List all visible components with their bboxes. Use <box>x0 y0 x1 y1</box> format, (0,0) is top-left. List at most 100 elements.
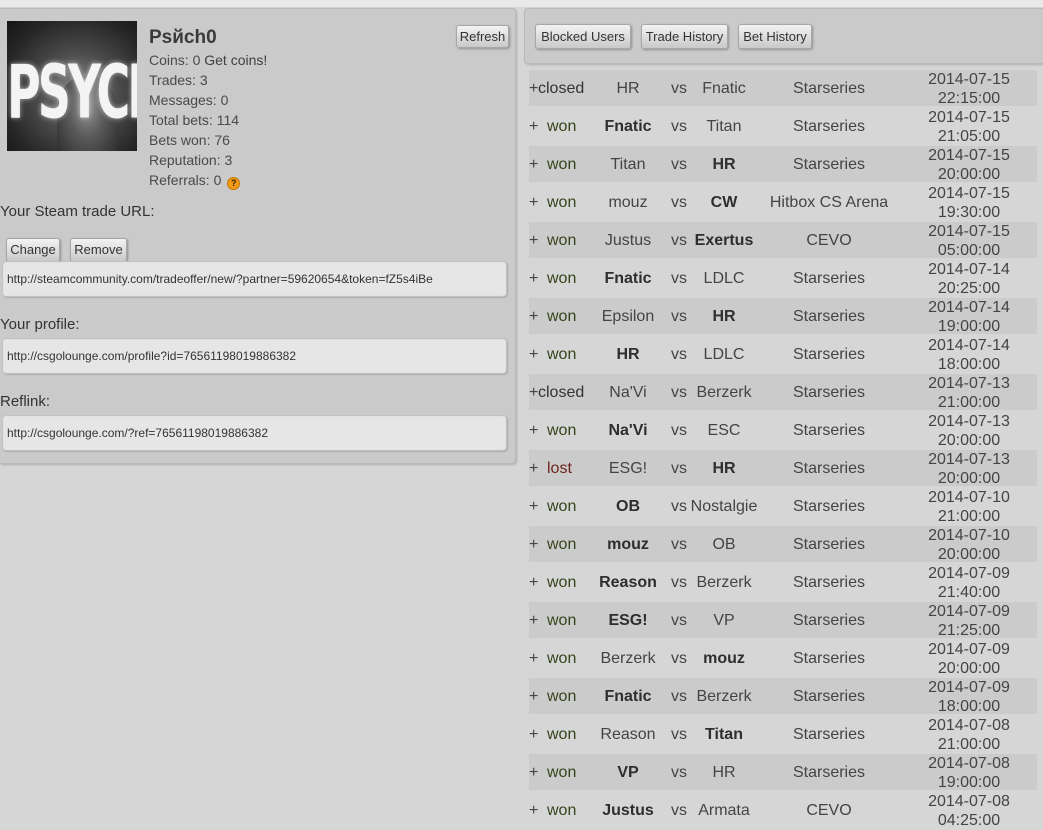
expand-toggle[interactable]: + <box>529 146 538 184</box>
bet-result: won <box>547 194 577 211</box>
bet-result: won <box>547 726 577 743</box>
expand-toggle[interactable]: + <box>529 260 538 298</box>
match-datetime: 2014-07-15 19:30:00 <box>899 184 1039 222</box>
team-2: HR <box>712 460 736 477</box>
team-1: ESG! <box>608 460 648 477</box>
match-date: 2014-07-14 <box>928 261 1010 278</box>
expand-toggle[interactable]: + <box>529 640 538 678</box>
profile-panel: PSYCHO Psйch0 Coins: 0 Get coins! Trades… <box>0 8 516 464</box>
event-name: Starseries <box>792 460 866 477</box>
bet-result: won <box>547 536 577 553</box>
expand-toggle[interactable]: + <box>529 602 538 640</box>
trade-url-field[interactable]: http://steamcommunity.com/tradeoffer/new… <box>2 261 507 297</box>
change-trade-url-button[interactable]: Change <box>6 238 60 262</box>
top-strip <box>0 0 1043 7</box>
match-datetime: 2014-07-10 21:00:00 <box>899 488 1039 526</box>
match-date: 2014-07-08 <box>928 717 1010 734</box>
team-1: Epsilon <box>601 308 655 325</box>
match-time: 20:25:00 <box>937 280 1001 297</box>
team-1: mouz <box>607 536 649 553</box>
expand-toggle[interactable]: + <box>529 564 538 602</box>
team-1: Reason <box>599 574 657 591</box>
expand-toggle[interactable]: + <box>529 108 538 146</box>
team-1: HR <box>616 346 640 363</box>
event-name: Starseries <box>792 384 866 401</box>
get-coins-link[interactable]: Get coins! <box>204 52 267 68</box>
team-1: ESG! <box>608 612 648 629</box>
vs-label: vs <box>671 498 687 515</box>
team-2: HR <box>712 764 736 781</box>
table-row: + won VP vs HR Starseries 2014-07-08 19:00:00 <box>529 754 1037 792</box>
match-time: 20:00:00 <box>937 546 1001 563</box>
table-row: + won Justus vs Exertus CEVO 2014-07-15 05:00:0… <box>529 222 1037 260</box>
match-time: 21:00:00 <box>937 736 1001 753</box>
avatar-logo-text: PSYCHO <box>7 48 137 135</box>
match-datetime: 2014-07-15 05:00:00 <box>899 222 1039 260</box>
event-name: CEVO <box>806 802 852 819</box>
expand-toggle[interactable]: + <box>529 412 538 450</box>
table-row: + won Reason vs Titan Starseries 2014-07-08 21:… <box>529 716 1037 754</box>
expand-toggle[interactable]: + <box>529 488 538 526</box>
match-time: 04:25:00 <box>937 812 1001 829</box>
coins-row: Coins: 0 Get coins! <box>149 50 267 70</box>
bets-won-count: Bets won: 76 <box>149 132 230 148</box>
table-row: + won Berzerk vs mouz Starseries 2014-07-09 20:… <box>529 640 1037 678</box>
table-row: + won Justus vs Armata CEVO 2014-07-08 04:25:00 <box>529 792 1037 830</box>
expand-toggle[interactable]: + <box>529 222 538 260</box>
expand-toggle[interactable]: + <box>529 450 538 488</box>
event-name: Starseries <box>792 80 866 97</box>
table-row: + won ESG! vs VP Starseries 2014-07-09 21:25:00 <box>529 602 1037 640</box>
event-name: Starseries <box>792 764 866 781</box>
team-2: Fnatic <box>702 80 746 97</box>
expand-toggle[interactable]: + <box>529 336 538 374</box>
tab-bet-history[interactable]: Bet History <box>738 24 812 49</box>
referrals-count: Referrals: 0 <box>149 172 222 188</box>
table-row: + won OB vs Nostalgie Starseries 2014-07-10 21:… <box>529 488 1037 526</box>
expand-toggle[interactable]: + <box>529 716 538 754</box>
tab-blocked-users[interactable]: Blocked Users <box>535 24 631 49</box>
match-date: 2014-07-10 <box>928 489 1010 506</box>
tab-trade-history[interactable]: Trade History <box>641 24 728 49</box>
match-time: 21:00:00 <box>937 508 1001 525</box>
expand-toggle[interactable]: + <box>529 184 538 222</box>
team-1: Na'Vi <box>609 384 647 401</box>
event-name: Starseries <box>792 422 866 439</box>
expand-toggle[interactable]: + <box>529 70 538 108</box>
bet-result: closed <box>538 384 585 401</box>
match-date: 2014-07-15 <box>928 109 1010 126</box>
bet-result: closed <box>538 80 585 97</box>
table-row: + won mouz vs CW Hitbox CS Arena 2014-07-15 19:… <box>529 184 1037 222</box>
help-icon[interactable]: ? <box>227 177 241 190</box>
match-date: 2014-07-13 <box>928 413 1010 430</box>
tabs-panel: Blocked Users Trade History Bet History <box>524 8 1043 64</box>
match-date: 2014-07-08 <box>928 755 1010 772</box>
expand-toggle[interactable]: + <box>529 678 538 716</box>
reputation-count: Reputation: 3 <box>149 152 233 168</box>
expand-toggle[interactable]: + <box>529 792 538 830</box>
expand-toggle[interactable]: + <box>529 754 538 792</box>
team-1: HR <box>616 80 640 97</box>
team-1: Fnatic <box>604 270 652 287</box>
match-time: 19:30:00 <box>937 204 1001 221</box>
team-2: Titan <box>706 118 742 135</box>
team-2: Berzerk <box>696 384 752 401</box>
team-2: Armata <box>698 802 750 819</box>
profile-link-field[interactable]: http://csgolounge.com/profile?id=7656119… <box>2 338 507 374</box>
event-name: Starseries <box>792 346 866 363</box>
team-1: Na'Vi <box>608 422 648 439</box>
vs-label: vs <box>671 80 687 97</box>
table-row: + won Epsilon vs HR Starseries 2014-07-14 19:00… <box>529 298 1037 336</box>
event-name: Starseries <box>792 612 866 629</box>
vs-label: vs <box>671 384 687 401</box>
remove-trade-url-button[interactable]: Remove <box>70 238 127 262</box>
expand-toggle[interactable]: + <box>529 298 538 336</box>
bet-result: won <box>547 270 577 287</box>
match-date: 2014-07-15 <box>928 223 1010 240</box>
team-1: Titan <box>610 156 646 173</box>
vs-label: vs <box>671 346 687 363</box>
reflink-field[interactable]: http://csgolounge.com/?ref=7656119801988… <box>2 415 507 451</box>
expand-toggle[interactable]: + <box>529 374 538 412</box>
expand-toggle[interactable]: + <box>529 526 538 564</box>
table-row: + won Fnatic vs LDLC Starseries 2014-07-14 20:2… <box>529 260 1037 298</box>
refresh-button[interactable]: Refresh <box>456 25 509 48</box>
